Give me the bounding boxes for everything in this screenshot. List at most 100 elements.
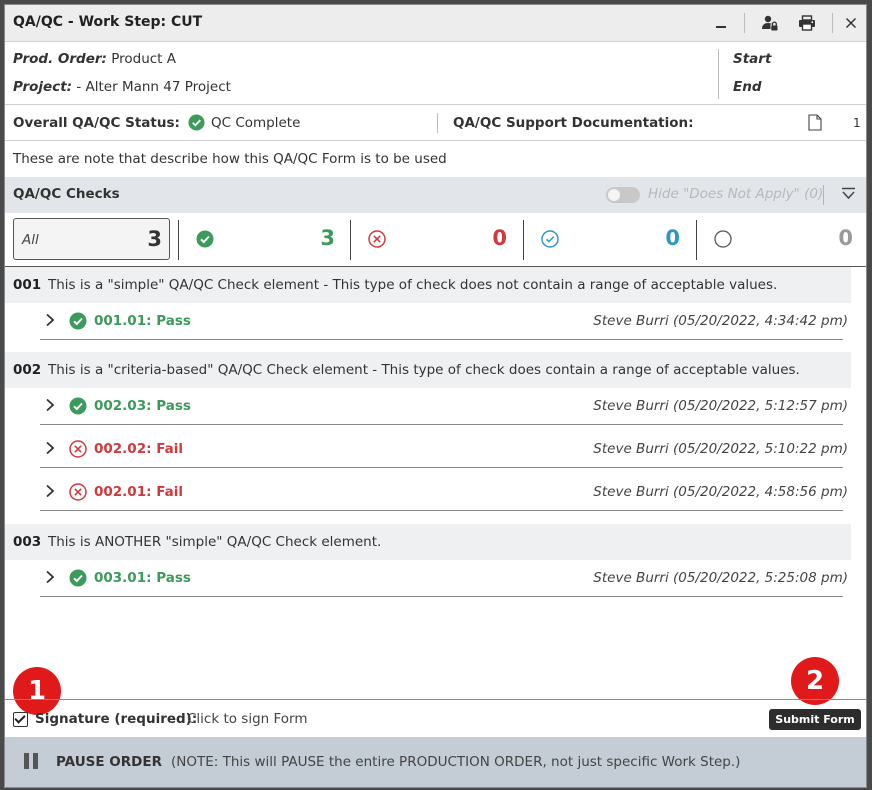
chevron-right-icon[interactable]: [45, 570, 55, 584]
check-group-id: 001: [13, 277, 42, 293]
signature-checkbox[interactable]: [13, 712, 28, 727]
filter-all-count: 3: [147, 227, 162, 251]
document-icon[interactable]: [808, 114, 822, 131]
check-result-signer: Steve Burri (05/20/2022, 4:58:56 pm): [593, 484, 848, 500]
support-doc-count: 1: [853, 116, 861, 130]
checks-title: QA/QC Checks: [13, 186, 120, 202]
check-group-id: 003: [13, 534, 42, 550]
prod-order-line: Prod. Order: Product A: [13, 51, 176, 67]
signature-section: Signature (required): Click to sign Form…: [5, 699, 866, 737]
pass-icon: [69, 312, 87, 330]
status-section: Overall QA/QC Status: QC Complete QA/QC …: [5, 105, 866, 141]
filter-fail[interactable]: 0: [350, 218, 513, 260]
chevron-right-icon[interactable]: [45, 441, 55, 455]
check-result-label: 001.01: Pass: [94, 313, 191, 329]
minimize-icon: [716, 26, 726, 28]
check-group-header: 003 This is ANOTHER "simple" QA/QC Check…: [5, 524, 851, 560]
signature-sign-link[interactable]: Click to sign Form: [187, 711, 308, 727]
check-group-text: This is ANOTHER "simple" QA/QC Check ele…: [48, 534, 382, 550]
print-button[interactable]: [791, 5, 823, 41]
chevron-right-icon[interactable]: [45, 398, 55, 412]
fail-icon: [69, 483, 87, 501]
prod-order-value: Product A: [111, 51, 177, 67]
filter-all[interactable]: All 3: [13, 218, 170, 260]
checks-header: QA/QC Checks Hide "Does Not Apply" (0): [5, 177, 866, 213]
callout-badge: 2: [791, 657, 839, 705]
check-result-signer: Steve Burri (05/20/2022, 4:34:42 pm): [593, 313, 848, 329]
pass-icon: [69, 397, 87, 415]
check-circle-icon: [188, 114, 205, 131]
filter-fail-count: 0: [492, 226, 507, 250]
does-not-apply-icon: [541, 230, 559, 248]
end-label: End: [733, 79, 762, 95]
check-result-label: 002.02: Fail: [94, 441, 183, 457]
chevron-right-icon[interactable]: [45, 484, 55, 498]
title-bar: QA/QC - Work Step: CUT: [5, 5, 866, 42]
titlebar-separator: [744, 13, 745, 33]
fail-icon: [368, 230, 386, 248]
check-group-text: This is a "criteria-based" QA/QC Check e…: [48, 362, 800, 378]
pause-order-label: PAUSE ORDER: [56, 754, 162, 770]
pause-order-note: (NOTE: This will PAUSE the entire PRODUC…: [171, 754, 741, 770]
check-result-signer: Steve Burri (05/20/2022, 5:10:22 pm): [593, 441, 848, 457]
support-doc-label: QA/QC Support Documentation:: [453, 115, 694, 131]
filter-open-count: 0: [838, 226, 853, 250]
check-result-signer: Steve Burri (05/20/2022, 5:12:57 pm): [593, 398, 848, 414]
check-group-header: 002 This is a "criteria-based" QA/QC Che…: [5, 352, 851, 388]
check-result-row[interactable]: 003.01: Pass Steve Burri (05/20/2022, 5:…: [40, 560, 848, 597]
check-result-row[interactable]: 002.02: Fail Steve Burri (05/20/2022, 5:…: [40, 431, 848, 468]
checks-header-divider: [823, 185, 824, 205]
project-line: Project: - Alter Mann 47 Project: [13, 79, 231, 95]
user-lock-icon: [762, 15, 778, 31]
titlebar-separator: [832, 13, 833, 33]
submit-form-button[interactable]: Submit Form: [769, 709, 861, 730]
overall-status-value: QC Complete: [188, 114, 300, 131]
overall-status-label: Overall QA/QC Status:: [13, 115, 180, 131]
hide-does-not-apply-label: Hide "Does Not Apply" (0): [648, 186, 824, 202]
minimize-button[interactable]: [705, 5, 737, 41]
pause-icon: [24, 753, 38, 769]
check-group-header: 001 This is a "simple" QA/QC Check eleme…: [5, 267, 851, 303]
start-label: Start: [733, 51, 772, 67]
check-result-label: 002.03: Pass: [94, 398, 191, 414]
order-info-section: Prod. Order: Product A Project: - Alter …: [5, 41, 866, 105]
status-divider: [437, 113, 438, 133]
pause-order-bar[interactable]: PAUSE ORDER (NOTE: This will PAUSE the e…: [5, 737, 866, 787]
signature-label: Signature (required):: [35, 711, 198, 727]
pass-icon: [196, 230, 214, 248]
filter-pass[interactable]: 3: [178, 218, 341, 260]
user-lock-button[interactable]: [754, 5, 786, 41]
check-result-label: 003.01: Pass: [94, 570, 191, 586]
filter-pass-count: 3: [320, 226, 335, 250]
check-result-row[interactable]: 002.03: Pass Steve Burri (05/20/2022, 5:…: [40, 388, 848, 425]
open-circle-icon: [714, 230, 732, 248]
project-label: Project:: [13, 79, 73, 95]
form-note-text: These are note that describe how this QA…: [13, 151, 447, 167]
check-group-text: This is a "simple" QA/QC Check element -…: [48, 277, 778, 293]
form-note: These are note that describe how this QA…: [5, 141, 866, 177]
window-title: QA/QC - Work Step: CUT: [13, 14, 203, 30]
filter-does-not-apply[interactable]: 0: [523, 218, 686, 260]
chevron-right-icon[interactable]: [45, 313, 55, 327]
filter-does-not-apply-count: 0: [665, 226, 680, 250]
check-result-signer: Steve Burri (05/20/2022, 5:25:08 pm): [593, 570, 848, 586]
check-result-row[interactable]: 001.01: Pass Steve Burri (05/20/2022, 4:…: [40, 303, 848, 340]
close-button[interactable]: [835, 5, 866, 41]
check-result-label: 002.01: Fail: [94, 484, 183, 500]
hide-does-not-apply-toggle[interactable]: [606, 187, 640, 203]
overall-status-text: QC Complete: [211, 114, 301, 131]
project-value: - Alter Mann 47 Project: [76, 79, 231, 95]
filter-dropdown-icon[interactable]: [841, 187, 856, 201]
check-group-id: 002: [13, 362, 42, 378]
status-filter-bar: All 3 3 0 0 0: [5, 213, 866, 267]
pass-icon: [69, 569, 87, 587]
header-divider: [718, 49, 719, 99]
check-result-row[interactable]: 002.01: Fail Steve Burri (05/20/2022, 4:…: [40, 474, 848, 511]
print-icon: [799, 15, 815, 31]
filter-open[interactable]: 0: [696, 218, 859, 260]
filter-all-label: All: [22, 232, 39, 248]
close-icon: [845, 17, 857, 29]
fail-icon: [69, 440, 87, 458]
qaqc-dialog: QA/QC - Work Step: CUT Prod. Order: Prod…: [4, 4, 867, 788]
prod-order-label: Prod. Order:: [13, 51, 107, 67]
